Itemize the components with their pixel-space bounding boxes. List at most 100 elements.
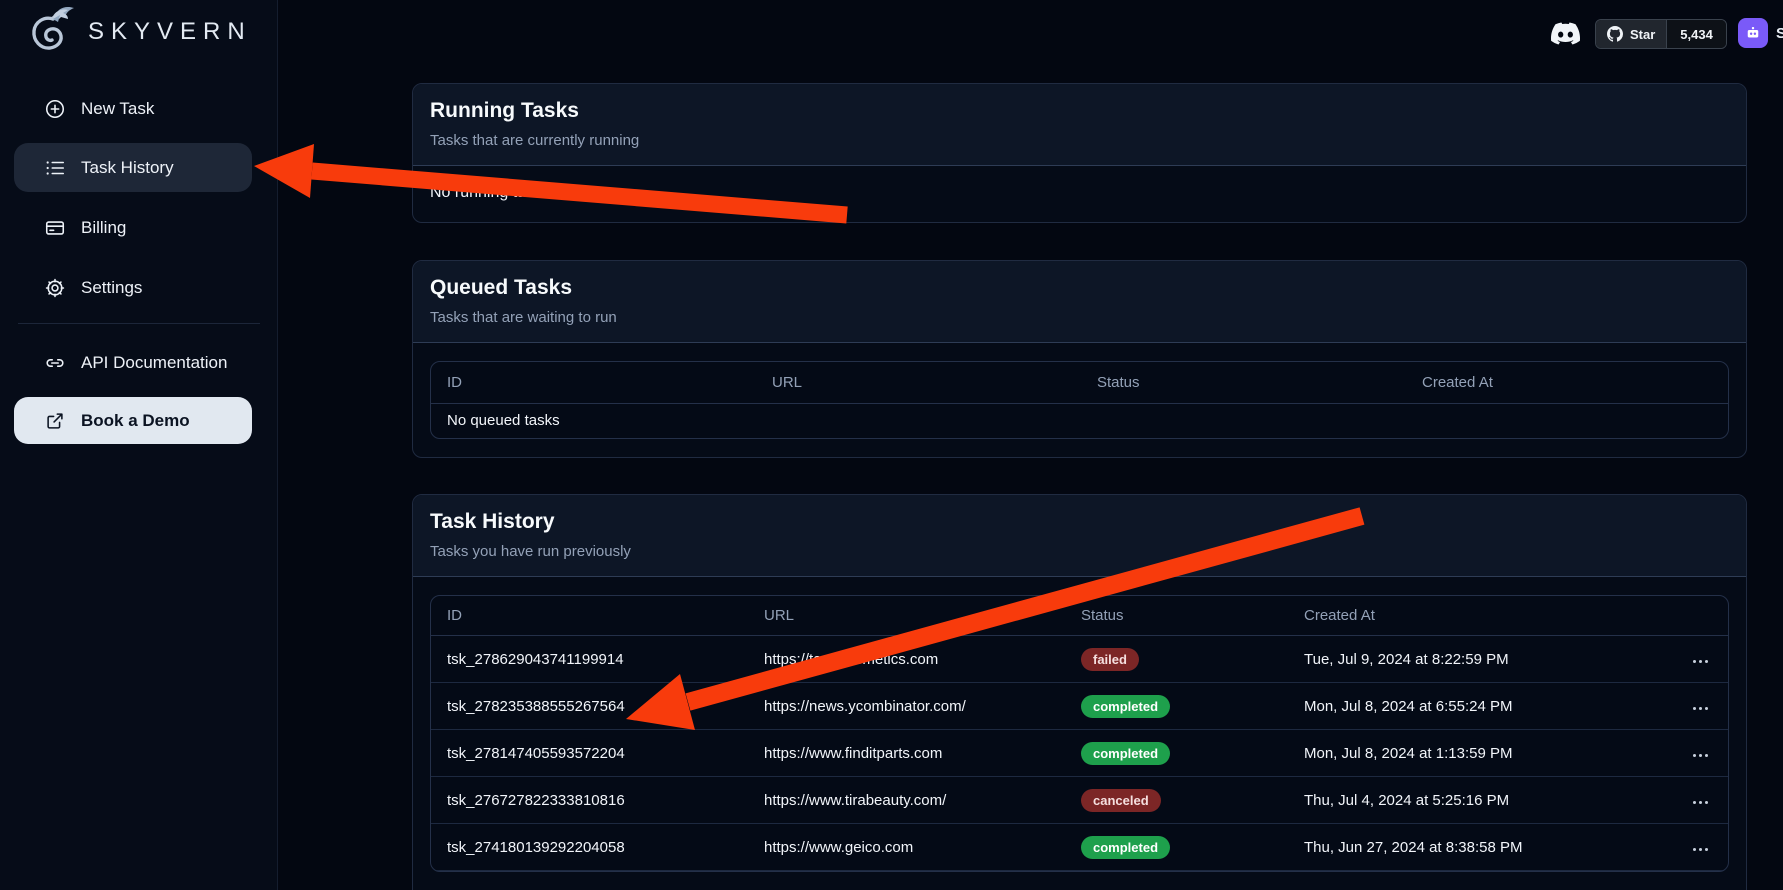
account-avatar[interactable] — [1738, 18, 1768, 48]
table-row[interactable]: tsk_274180139292204058 https://www.geico… — [431, 824, 1728, 871]
skyvern-logo[interactable]: SKYVERN — [28, 5, 252, 59]
table-header-row: ID URL Status Created At — [431, 362, 1728, 404]
sidebar-item-task-history[interactable]: Task History — [14, 143, 252, 192]
task-status-cell: completed — [1065, 836, 1288, 859]
sidebar-item-label: Task History — [81, 158, 174, 178]
task-history-table: ID URL Status Created At tsk_27862904374… — [430, 595, 1729, 872]
column-header-id: ID — [431, 374, 756, 391]
sidebar-item-new-task[interactable]: New Task — [14, 84, 252, 133]
task-status-cell: completed — [1065, 742, 1288, 765]
row-actions-ellipsis-icon[interactable] — [1691, 842, 1710, 857]
column-header-status: Status — [1065, 607, 1288, 624]
github-star-label: Star — [1630, 27, 1655, 42]
column-header-url: URL — [748, 607, 1065, 624]
running-tasks-header: Running Tasks Tasks that are currently r… — [413, 84, 1746, 166]
column-header-url: URL — [756, 374, 1081, 391]
card-title: Running Tasks — [430, 99, 1729, 123]
gear-icon — [44, 277, 66, 299]
task-status-cell: canceled — [1065, 789, 1288, 812]
created-at-cell: Mon, Jul 8, 2024 at 1:13:59 PM — [1288, 745, 1618, 762]
column-header-id: ID — [431, 607, 748, 624]
card-title: Queued Tasks — [430, 276, 1729, 300]
github-star-button[interactable]: Star — [1596, 20, 1666, 48]
created-at-cell: Mon, Jul 8, 2024 at 6:55:24 PM — [1288, 698, 1618, 715]
task-url-cell: https://www.geico.com — [748, 839, 1065, 856]
row-actions-cell — [1675, 697, 1728, 716]
sidebar-item-settings[interactable]: Settings — [14, 263, 252, 312]
table-row[interactable]: tsk_278147405593572204 https://www.findi… — [431, 730, 1728, 777]
column-header-created-at: Created At — [1288, 607, 1618, 624]
account-label: Sk — [1776, 25, 1783, 42]
task-url-cell: https://tartecosmetics.com — [748, 651, 1065, 668]
status-badge: completed — [1081, 695, 1170, 718]
status-badge: completed — [1081, 742, 1170, 765]
book-a-demo-button[interactable]: Book a Demo — [14, 397, 252, 444]
github-star-widget: Star 5,434 — [1595, 19, 1727, 49]
external-link-icon — [44, 410, 66, 432]
github-icon — [1607, 26, 1623, 42]
github-star-count[interactable]: 5,434 — [1666, 20, 1726, 48]
task-id-cell: tsk_278235388555267564 — [431, 698, 748, 715]
table-row[interactable]: tsk_276727822333810816 https://www.tirab… — [431, 777, 1728, 824]
row-actions-cell — [1675, 744, 1728, 763]
row-actions-ellipsis-icon[interactable] — [1691, 748, 1710, 763]
no-running-tasks-text: No running tasks — [413, 166, 1746, 220]
discord-link[interactable] — [1551, 19, 1580, 48]
sidebar: SKYVERN New Task Task History Billing Se… — [0, 0, 278, 890]
row-actions-cell — [1675, 838, 1728, 857]
task-url-cell: https://news.ycombinator.com/ — [748, 698, 1065, 715]
queued-tasks-header: Queued Tasks Tasks that are waiting to r… — [413, 261, 1746, 343]
task-history-card: Task History Tasks you have run previous… — [412, 494, 1747, 890]
created-at-cell: Tue, Jul 9, 2024 at 8:22:59 PM — [1288, 651, 1618, 668]
dragon-logo-icon — [28, 5, 80, 59]
running-tasks-card: Running Tasks Tasks that are currently r… — [412, 83, 1747, 223]
row-actions-ellipsis-icon[interactable] — [1691, 654, 1710, 669]
row-actions-ellipsis-icon[interactable] — [1691, 795, 1710, 810]
created-at-cell: Thu, Jul 4, 2024 at 5:25:16 PM — [1288, 792, 1618, 809]
robot-avatar-icon — [1744, 24, 1762, 42]
task-id-cell: tsk_276727822333810816 — [431, 792, 748, 809]
no-queued-tasks-text: No queued tasks — [431, 404, 1728, 438]
brand-name: SKYVERN — [88, 18, 252, 46]
task-url-cell: https://www.tirabeauty.com/ — [748, 792, 1065, 809]
task-id-cell: tsk_278629043741199914 — [431, 651, 748, 668]
sidebar-item-label: API Documentation — [81, 353, 227, 373]
card-title: Task History — [430, 510, 1729, 534]
row-actions-cell — [1675, 791, 1728, 810]
sidebar-item-label: Settings — [81, 278, 142, 298]
sidebar-item-label: New Task — [81, 99, 154, 119]
card-subtitle: Tasks that are currently running — [430, 132, 1729, 149]
card-subtitle: Tasks you have run previously — [430, 543, 1729, 560]
table-row[interactable]: tsk_278235388555267564 https://news.ycom… — [431, 683, 1728, 730]
list-icon — [44, 157, 66, 179]
status-badge: completed — [1081, 836, 1170, 859]
column-header-created-at: Created At — [1406, 374, 1728, 391]
row-actions-ellipsis-icon[interactable] — [1691, 701, 1710, 716]
task-url-cell: https://www.finditparts.com — [748, 745, 1065, 762]
column-header-status: Status — [1081, 374, 1406, 391]
task-history-header: Task History Tasks you have run previous… — [413, 495, 1746, 577]
sidebar-divider — [18, 323, 260, 324]
sidebar-item-label: Book a Demo — [81, 411, 190, 431]
sidebar-item-label: Billing — [81, 218, 126, 238]
link-icon — [44, 352, 66, 374]
sidebar-item-billing[interactable]: Billing — [14, 203, 252, 252]
card-subtitle: Tasks that are waiting to run — [430, 309, 1729, 326]
task-status-cell: failed — [1065, 648, 1288, 671]
status-badge: canceled — [1081, 789, 1161, 812]
discord-icon — [1551, 19, 1580, 48]
task-id-cell: tsk_278147405593572204 — [431, 745, 748, 762]
task-status-cell: completed — [1065, 695, 1288, 718]
status-badge: failed — [1081, 648, 1139, 671]
credit-card-icon — [44, 217, 66, 239]
table-row[interactable]: tsk_278629043741199914 https://tartecosm… — [431, 636, 1728, 683]
queued-tasks-table: ID URL Status Created At No queued tasks — [430, 361, 1729, 439]
created-at-cell: Thu, Jun 27, 2024 at 8:38:58 PM — [1288, 839, 1618, 856]
task-id-cell: tsk_274180139292204058 — [431, 839, 748, 856]
table-header-row: ID URL Status Created At — [431, 596, 1728, 636]
plus-circle-icon — [44, 98, 66, 120]
sidebar-item-api-documentation[interactable]: API Documentation — [14, 338, 252, 387]
row-actions-cell — [1675, 650, 1728, 669]
queued-tasks-card: Queued Tasks Tasks that are waiting to r… — [412, 260, 1747, 458]
table-body: tsk_278629043741199914 https://tartecosm… — [431, 636, 1728, 871]
